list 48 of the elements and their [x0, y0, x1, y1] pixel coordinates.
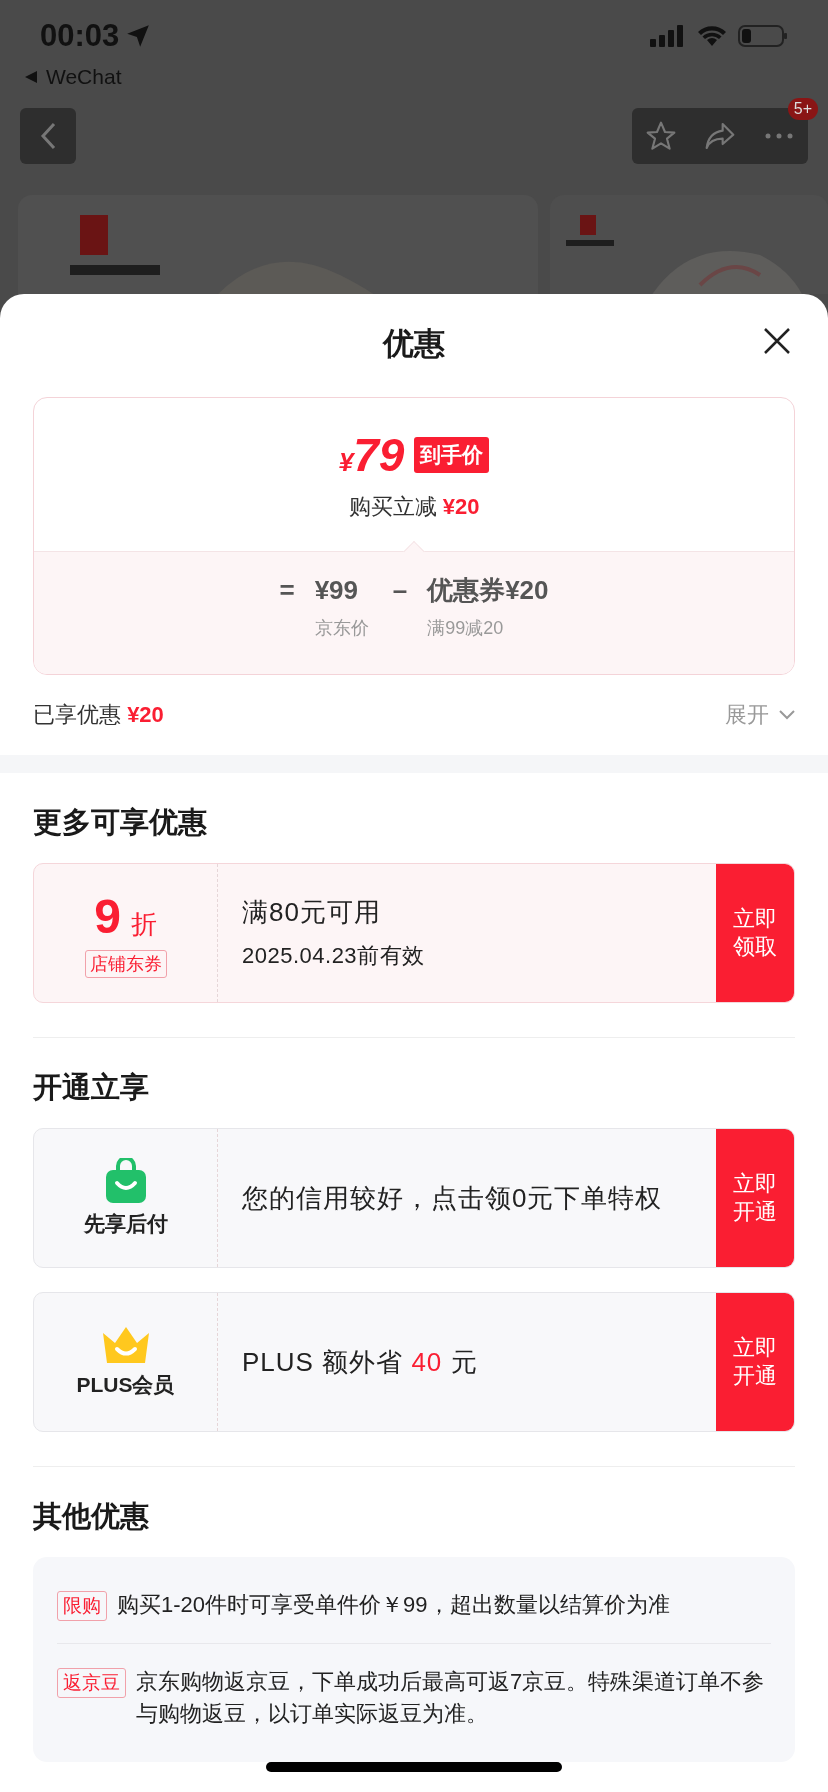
- activate-button[interactable]: 立即开通: [716, 1293, 794, 1431]
- offer-text: 京东购物返京豆，下单成功后最高可返7京豆。特殊渠道订单不参与购物返豆，以订单实际返豆为准。: [136, 1668, 766, 1728]
- notification-badge: 5+: [787, 98, 818, 120]
- coupon-condition: 满80元可用: [242, 896, 382, 929]
- location-arrow-icon: [125, 23, 152, 49]
- shopping-bag-icon: [104, 1158, 147, 1204]
- discount-value: 9 折: [94, 888, 157, 944]
- offer-description: 您的信用较好，点击领0元下单特权: [242, 1182, 664, 1215]
- back-chevron-icon: [40, 122, 56, 150]
- formula-caption: 满99减20: [427, 617, 505, 640]
- more-icon: [763, 132, 794, 140]
- formula-value: 优惠券¥20: [427, 574, 549, 606]
- final-price: ¥79: [338, 427, 405, 482]
- formula-value: ¥99: [314, 574, 360, 606]
- section-heading: 其他优惠: [33, 1499, 150, 1534]
- expand-button[interactable]: 展开: [725, 700, 795, 730]
- back-button[interactable]: [20, 108, 76, 164]
- offer-name: PLUS会员: [76, 1372, 175, 1398]
- star-icon: [645, 120, 678, 152]
- close-icon: [762, 326, 792, 356]
- instant-discount: 购买立减 ¥20: [348, 492, 480, 521]
- signal-icon: [650, 24, 686, 48]
- sheet-title: 优惠: [383, 325, 445, 363]
- offer-tag: 限购: [57, 1591, 107, 1621]
- formula-caption: 京东价: [314, 617, 369, 640]
- chevron-down-icon: [779, 710, 795, 720]
- offer-description: PLUS 额外省 40 元: [242, 1346, 479, 1379]
- offer-text: 购买1-20件时可享受单件价￥99，超出数量以结算价为准: [117, 1591, 670, 1619]
- back-triangle-icon: [24, 70, 38, 84]
- close-button[interactable]: [762, 326, 792, 356]
- coupon-validity: 2025.04.23前有效: [242, 942, 426, 970]
- section-heading: 更多可享优惠: [33, 805, 208, 840]
- enjoyed-discount: 已享优惠 ¥20: [33, 701, 164, 729]
- formula-operator: =: [279, 574, 295, 607]
- section-heading: 开通立享: [33, 1070, 150, 1105]
- back-to-app-link[interactable]: WeChat: [46, 65, 122, 89]
- offer-tag: 返京豆: [57, 1668, 126, 1698]
- formula-operator: –: [392, 574, 408, 607]
- status-time: 00:03: [40, 18, 120, 54]
- share-icon: [704, 121, 736, 151]
- crown-icon: [100, 1325, 151, 1365]
- offer-name: 先享后付: [83, 1211, 168, 1237]
- final-price-tag: 到手价: [414, 436, 490, 473]
- wifi-icon: [696, 24, 728, 48]
- activate-button[interactable]: 立即开通: [716, 1129, 794, 1267]
- claim-button[interactable]: 立即领取: [716, 864, 794, 1002]
- coupon-tag: 店铺东券: [84, 949, 167, 978]
- battery-icon: [738, 24, 788, 48]
